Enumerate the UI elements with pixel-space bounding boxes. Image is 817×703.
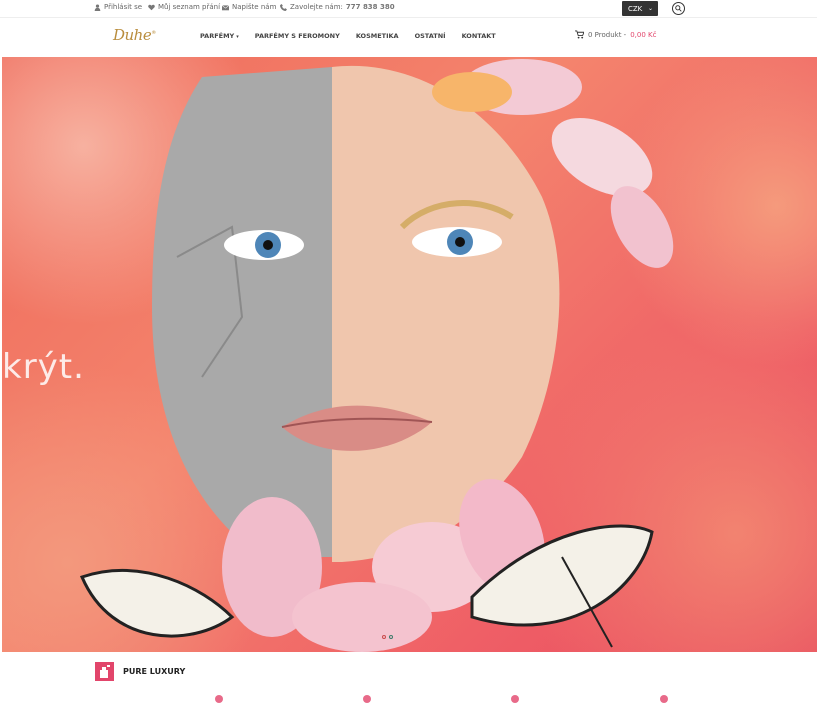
wishlist-link[interactable]: Můj seznam přání bbox=[148, 3, 220, 11]
cart-price: 0,00 Kč bbox=[630, 30, 657, 39]
nav-label: Ostatní bbox=[414, 32, 446, 40]
main-menu: Parfémy ▾ Parfémy s feromony Kosmetika Os… bbox=[200, 32, 512, 40]
category-icon bbox=[215, 695, 223, 703]
slider-dots bbox=[382, 635, 393, 639]
hero-slider[interactable]: krýt. bbox=[2, 57, 817, 652]
nav-item-perfumes[interactable]: Parfémy ▾ bbox=[200, 32, 239, 40]
section-title: Pure Luxury bbox=[123, 667, 186, 676]
currency-select[interactable]: CZK ⌄ bbox=[622, 1, 658, 16]
cart-summary[interactable]: 0 Produkt - 0,00 Kč bbox=[575, 30, 656, 39]
slider-dot[interactable] bbox=[382, 635, 386, 639]
brand-logo[interactable]: Duhe® bbox=[113, 26, 156, 44]
nav-item-contact[interactable]: Kontakt bbox=[462, 32, 496, 40]
main-navbar: Duhe® Parfémy ▾ Parfémy s feromony Kosmet… bbox=[0, 17, 817, 58]
nav-label: Parfémy s feromony bbox=[254, 32, 340, 40]
cart-icon bbox=[575, 30, 584, 39]
hero-image bbox=[79, 59, 674, 652]
nav-item-cosmetics[interactable]: Kosmetika bbox=[356, 32, 399, 40]
search-button[interactable] bbox=[672, 2, 685, 15]
heart-icon bbox=[148, 4, 155, 10]
login-label: Přihlásit se bbox=[104, 3, 143, 11]
phone-icon bbox=[280, 3, 287, 11]
slider-dot-active[interactable] bbox=[389, 635, 393, 639]
phone-number: 777 838 380 bbox=[345, 3, 395, 11]
top-utility-bar: Přihlásit se Můj seznam přání Napište ná… bbox=[0, 0, 817, 17]
perfume-bottle-icon bbox=[95, 662, 114, 681]
nav-label: Kosmetika bbox=[355, 32, 399, 40]
cart-count: 0 Produkt - bbox=[588, 30, 627, 39]
chevron-down-icon: ⌄ bbox=[647, 5, 653, 12]
search-icon bbox=[675, 5, 682, 12]
nav-label: Parfémy bbox=[200, 32, 235, 40]
envelope-icon bbox=[222, 4, 229, 10]
nav-label: Kontakt bbox=[461, 32, 496, 40]
category-icon bbox=[660, 695, 668, 703]
category-icon bbox=[363, 695, 371, 703]
wishlist-label: Můj seznam přání bbox=[158, 3, 221, 11]
nav-item-other[interactable]: Ostatní bbox=[415, 32, 446, 40]
phone-info: Zavolejte nám: 777 838 380 bbox=[280, 3, 395, 11]
call-prefix: Zavolejte nám: bbox=[290, 3, 343, 11]
caret-down-icon: ▾ bbox=[236, 34, 239, 40]
section-header: Pure Luxury bbox=[95, 662, 185, 681]
write-label: Napište nám bbox=[232, 3, 277, 11]
contact-mail-link[interactable]: Napište nám bbox=[222, 3, 276, 11]
login-link[interactable]: Přihlásit se bbox=[94, 3, 142, 11]
user-icon bbox=[94, 3, 101, 11]
hero-caption: krýt. bbox=[2, 347, 85, 387]
category-icon bbox=[511, 695, 519, 703]
currency-value: CZK bbox=[628, 4, 643, 13]
nav-item-pheromone-perfumes[interactable]: Parfémy s feromony bbox=[255, 32, 340, 40]
logo-text: Duhe bbox=[113, 26, 152, 44]
